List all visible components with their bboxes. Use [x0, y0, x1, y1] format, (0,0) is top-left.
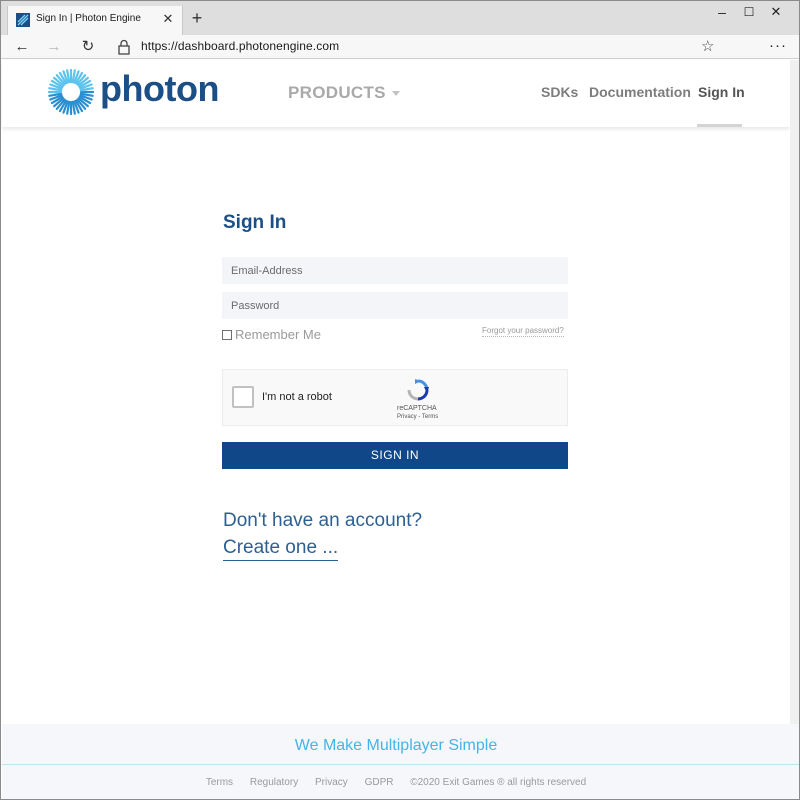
new-tab-icon[interactable]: + — [187, 9, 207, 29]
footer-link-regulatory[interactable]: Regulatory — [250, 777, 298, 788]
logo-text[interactable]: photon — [100, 68, 219, 110]
photon-favicon-icon — [16, 13, 30, 27]
remember-me-checkbox[interactable] — [222, 330, 232, 340]
lock-icon — [118, 39, 130, 55]
tab-title: Sign In | Photon Engine — [36, 13, 141, 24]
footer: We Make Multiplayer Simple Terms Regulat… — [2, 724, 799, 799]
more-menu-icon[interactable]: ··· — [769, 36, 787, 56]
create-account-link[interactable]: Create one ... — [223, 537, 339, 561]
recaptcha-checkbox[interactable] — [232, 386, 254, 408]
recaptcha-widget: I'm not a robot reCAPTCHA Privacy - Term… — [222, 369, 568, 426]
forgot-password-link[interactable]: Forgot your password? — [482, 326, 564, 337]
tab-close-icon[interactable]: ✕ — [160, 11, 176, 27]
footer-link-privacy[interactable]: Privacy — [315, 777, 348, 788]
footer-copyright: ©2020 Exit Games ® all rights reserved — [410, 777, 587, 788]
remember-me[interactable]: Remember Me — [222, 327, 321, 342]
sign-in-button[interactable]: SIGN IN — [222, 442, 568, 469]
nav-documentation[interactable]: Documentation — [589, 84, 691, 100]
favorite-star-icon[interactable]: ☆ — [701, 37, 714, 57]
url-field[interactable]: https://dashboard.photonengine.com — [141, 39, 339, 53]
chevron-down-icon — [391, 91, 400, 97]
footer-link-gdpr[interactable]: GDPR — [365, 777, 394, 788]
browser-tab[interactable]: Sign In | Photon Engine ✕ — [7, 6, 183, 35]
email-field[interactable] — [222, 257, 568, 284]
recaptcha-icon — [407, 379, 429, 401]
page-title: Sign In — [223, 212, 287, 233]
site-header: photon PRODUCTS SDKs Documentation Sign … — [2, 60, 790, 127]
recaptcha-label: I'm not a robot — [262, 391, 332, 403]
footer-divider — [2, 764, 799, 765]
photon-sunburst-icon[interactable] — [48, 69, 94, 115]
refresh-icon[interactable]: ↻ — [77, 37, 99, 57]
recaptcha-privacy-terms[interactable]: Privacy - Terms — [397, 414, 438, 420]
remember-me-label: Remember Me — [235, 327, 321, 342]
tab-strip: Sign In | Photon Engine ✕ + – ☐ ✕ — [1, 1, 799, 35]
password-field[interactable] — [222, 292, 568, 319]
window-close-icon[interactable]: ✕ — [753, 1, 799, 29]
forward-icon[interactable]: → — [43, 37, 65, 57]
page-scrollbar[interactable] — [790, 60, 799, 724]
footer-link-terms[interactable]: Terms — [206, 777, 233, 788]
nav-products-label: PRODUCTS — [288, 83, 386, 102]
browser-window: Sign In | Photon Engine ✕ + – ☐ ✕ ← → ↻ … — [0, 0, 800, 800]
nav-products[interactable]: PRODUCTS — [288, 83, 400, 103]
footer-links: Terms Regulatory Privacy GDPR ©2020 Exit… — [2, 777, 790, 788]
recaptcha-brand: reCAPTCHA — [397, 405, 437, 412]
address-bar: ← → ↻ https://dashboard.photonengine.com… — [1, 35, 799, 59]
back-icon[interactable]: ← — [11, 37, 33, 57]
active-nav-indicator — [697, 124, 742, 127]
footer-tagline: We Make Multiplayer Simple — [294, 737, 498, 754]
signup-prompt: Don't have an account? — [223, 510, 423, 531]
nav-sdks[interactable]: SDKs — [541, 84, 578, 100]
nav-sign-in[interactable]: Sign In — [698, 84, 745, 100]
